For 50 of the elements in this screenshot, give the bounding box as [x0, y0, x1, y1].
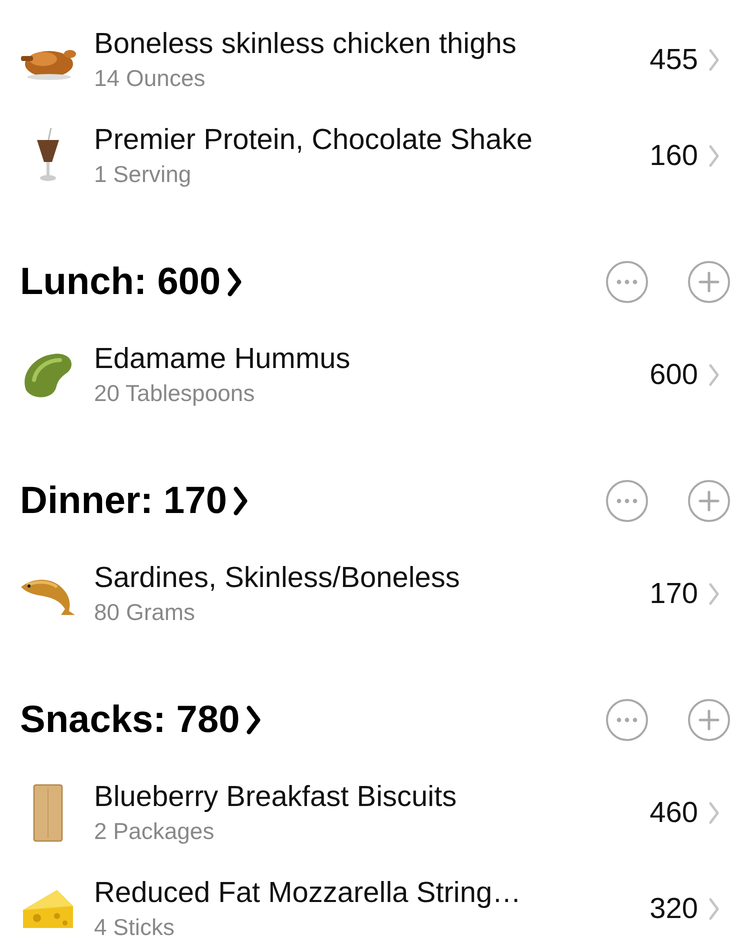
chevron-icon [246, 705, 261, 735]
plus-icon [698, 709, 720, 731]
chevron-icon [708, 144, 720, 168]
calories-link[interactable]: 320 [650, 892, 720, 926]
calories-link[interactable]: 455 [650, 44, 720, 76]
food-row[interactable]: Reduced Fat Mozzarella String… 4 Sticks 320 [0, 861, 750, 949]
add-button[interactable] [688, 699, 730, 741]
biscuit-icon [33, 784, 63, 842]
food-amount: 2 Packages [94, 818, 216, 845]
calories-link[interactable]: 160 [650, 140, 720, 172]
food-name: Premier Protein, Chocolate Shake [94, 124, 534, 157]
meal-link[interactable]: Snacks: 780 [20, 698, 261, 742]
calories-link[interactable]: 460 [650, 796, 720, 830]
add-button[interactable] [688, 480, 730, 522]
more-button[interactable] [606, 480, 648, 522]
ellipsis-icon [616, 279, 638, 285]
food-name: Blueberry Breakfast Biscuits [94, 781, 458, 814]
chevron-icon [708, 48, 720, 72]
meal-link[interactable]: Dinner: 170 [20, 480, 248, 522]
chevron-icon [708, 582, 720, 606]
add-button[interactable] [688, 261, 730, 303]
food-row[interactable]: Premier Protein, Chocolate Shake 1 Serving 160 [0, 108, 750, 204]
chevron-icon [708, 801, 720, 825]
chevron-icon [226, 267, 242, 297]
plus-icon [698, 490, 720, 512]
food-name: Reduced Fat Mozzarella String… [94, 877, 522, 910]
more-button[interactable] [606, 699, 648, 741]
food-row[interactable]: Blueberry Breakfast Biscuits 2 Packages 460 [0, 765, 750, 861]
ellipsis-icon [616, 717, 638, 723]
food-row[interactable]: Sardines, Skinless/Boneless 80 Grams 170 [0, 546, 750, 642]
calories-link[interactable]: 170 [650, 578, 720, 610]
food-amount: 1 Serving [94, 161, 192, 188]
food-name: Sardines, Skinless/Boneless [94, 562, 461, 595]
chevron-icon [232, 486, 248, 516]
more-button[interactable] [606, 261, 648, 303]
food-amount: 80 Grams [94, 599, 196, 626]
ellipsis-icon [616, 498, 638, 504]
food-amount: 20 Tablespoons [94, 380, 256, 407]
food-row[interactable]: Boneless skinless chicken thighs 14 Ounces 455 [0, 12, 750, 108]
meal-link[interactable]: Lunch: 600 [20, 260, 242, 304]
food-amount: 14 Ounces [94, 65, 206, 92]
food-amount: 4 Sticks [94, 914, 176, 941]
plus-icon [698, 271, 720, 293]
food-name: Boneless skinless chicken thighs [94, 28, 518, 61]
chevron-icon [708, 897, 720, 921]
food-row[interactable]: Edamame Hummus 20 Tablespoons 600 [0, 327, 750, 423]
calories-link[interactable]: 600 [650, 358, 720, 392]
cheese-icon [21, 888, 75, 930]
chevron-icon [708, 363, 720, 387]
food-name: Edamame Hummus [94, 343, 352, 376]
